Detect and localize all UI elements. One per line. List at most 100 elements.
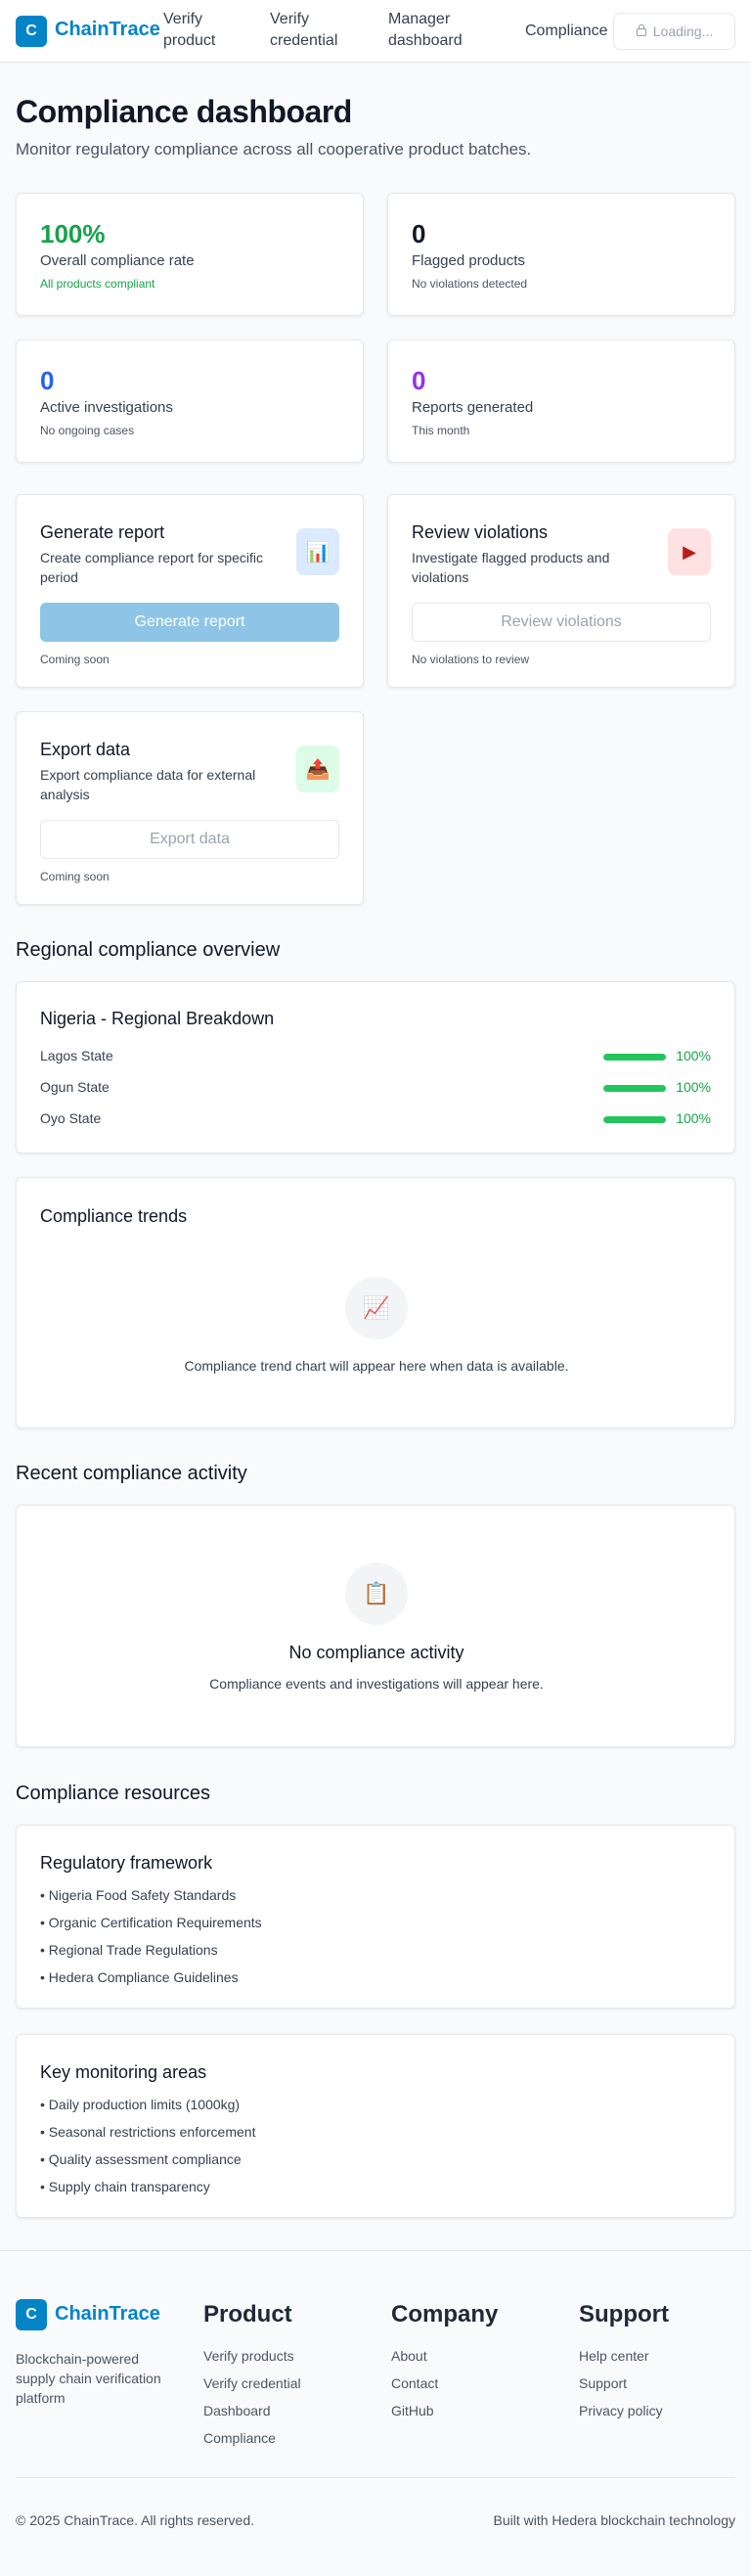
stat-note: No violations detected xyxy=(412,277,528,291)
nav-compliance[interactable]: Compliance xyxy=(525,21,607,42)
stat-label: Overall compliance rate xyxy=(40,252,195,269)
logo-text[interactable]: ChainTrace xyxy=(55,19,160,41)
action-note: Coming soon xyxy=(40,870,110,883)
region-progress-fill xyxy=(603,1054,666,1061)
region-percent: 100% xyxy=(676,1110,711,1126)
region-percent: 100% xyxy=(676,1079,711,1095)
region-row: Lagos State 100% xyxy=(40,1048,711,1067)
nav-label: Compliance xyxy=(525,23,608,39)
compliance-trends-card: Compliance trends 📈 Compliance trend cha… xyxy=(16,1177,735,1428)
review-violations-button[interactable]: Review violations xyxy=(412,603,711,642)
nav-verify-product[interactable]: Verify product xyxy=(163,9,215,52)
region-name: Lagos State xyxy=(40,1048,113,1063)
action-note: No violations to review xyxy=(412,653,530,666)
footer-divider xyxy=(16,2477,735,2478)
trends-title: Compliance trends xyxy=(40,1206,188,1226)
region-name: Oyo State xyxy=(40,1110,102,1126)
footer-link-github[interactable]: GitHub xyxy=(391,2403,434,2418)
stat-value: 0 xyxy=(40,366,55,395)
region-progress-fill xyxy=(603,1085,666,1092)
resource-card-regulatory-framework: Regulatory framework • Nigeria Food Safe… xyxy=(16,1825,735,2009)
loading-label: Loading... xyxy=(652,23,714,39)
footer-link-verify-credential[interactable]: Verify credential xyxy=(203,2375,301,2391)
activity-empty-text: Compliance events and investigations wil… xyxy=(209,1676,544,1692)
region-progress-bar xyxy=(603,1085,666,1092)
nav-label: dashboard xyxy=(388,32,463,49)
footer-logo-mark[interactable]: C xyxy=(16,2299,47,2330)
resource-card-title: Key monitoring areas xyxy=(40,2062,207,2082)
stat-card-flagged-products: 0 Flagged products No violations detecte… xyxy=(387,193,735,316)
section-title-activity: Recent compliance activity xyxy=(16,1463,247,1484)
action-title: Export data xyxy=(40,740,131,759)
recent-activity-card: 📋 No compliance activity Compliance even… xyxy=(16,1505,735,1747)
action-description: Create compliance report for specific pe… xyxy=(40,550,263,585)
section-title-regional: Regional compliance overview xyxy=(16,939,281,961)
site-footer: C ChainTrace Blockchain-powered supply c… xyxy=(0,2250,751,2576)
resource-item: • Nigeria Food Safety Standards xyxy=(40,1887,237,1903)
action-description: Export compliance data for external anal… xyxy=(40,767,256,802)
flag-icon: ▶ xyxy=(668,528,711,575)
footer-link-dashboard[interactable]: Dashboard xyxy=(203,2403,271,2418)
footer-description: Blockchain-powered supply chain verifica… xyxy=(16,2351,161,2406)
footer-link-compliance[interactable]: Compliance xyxy=(203,2430,276,2446)
stat-label: Active investigations xyxy=(40,399,173,416)
resource-card-title: Regulatory framework xyxy=(40,1853,213,1873)
stat-card-reports-generated: 0 Reports generated This month xyxy=(387,339,735,463)
stat-label: Flagged products xyxy=(412,252,525,269)
resource-item: • Daily production limits (1000kg) xyxy=(40,2097,241,2112)
nav-verify-credential[interactable]: Verify credential xyxy=(270,9,337,52)
regional-breakdown-card: Nigeria - Regional Breakdown Lagos State… xyxy=(16,981,735,1153)
nav-label: Manager xyxy=(388,11,451,27)
section-title-resources: Compliance resources xyxy=(16,1783,210,1804)
logo-mark[interactable]: C xyxy=(16,16,47,47)
region-row: Oyo State 100% xyxy=(40,1110,711,1130)
page-title: Compliance dashboard xyxy=(16,94,352,129)
footer-column-title: Company xyxy=(391,2301,499,2327)
top-nav-bar: C ChainTrace Verify product Verify crede… xyxy=(0,0,751,63)
resource-card-key-monitoring-areas: Key monitoring areas • Daily production … xyxy=(16,2034,735,2218)
nav-label: credential xyxy=(270,32,338,49)
footer-link-support[interactable]: Support xyxy=(579,2375,627,2391)
stat-card-active-investigations: 0 Active investigations No ongoing cases xyxy=(16,339,364,463)
footer-link-verify-products[interactable]: Verify products xyxy=(203,2348,294,2364)
bar-chart-icon: 📊 xyxy=(296,528,339,575)
stat-value: 0 xyxy=(412,219,426,249)
regional-card-title: Nigeria - Regional Breakdown xyxy=(40,1009,275,1028)
nav-label: Verify xyxy=(163,11,203,27)
export-icon: 📤 xyxy=(296,746,339,792)
footer-link-about[interactable]: About xyxy=(391,2348,427,2364)
footer-copyright: © 2025 ChainTrace. All rights reserved. xyxy=(16,2512,255,2528)
action-title: Review violations xyxy=(412,522,549,542)
footer-link-privacy-policy[interactable]: Privacy policy xyxy=(579,2403,663,2418)
footer-link-contact[interactable]: Contact xyxy=(391,2375,438,2391)
region-progress-bar xyxy=(603,1054,666,1061)
wallet-connect-button[interactable]: Loading... xyxy=(613,13,735,50)
resource-item: • Organic Certification Requirements xyxy=(40,1915,262,1930)
resource-item: • Supply chain transparency xyxy=(40,2179,210,2194)
page-subtitle: Monitor regulatory compliance across all… xyxy=(16,140,532,158)
resource-item: • Seasonal restrictions enforcement xyxy=(40,2124,256,2140)
action-card-export-data: Export data Export compliance data for e… xyxy=(16,711,364,905)
action-card-review-violations: Review violations Investigate flagged pr… xyxy=(387,494,735,688)
footer-link-help-center[interactable]: Help center xyxy=(579,2348,649,2364)
stat-label: Reports generated xyxy=(412,399,534,416)
flag-glyph: ▶ xyxy=(683,541,696,562)
stat-note: All products compliant xyxy=(40,277,155,291)
resource-item: • Quality assessment compliance xyxy=(40,2151,242,2167)
action-title: Generate report xyxy=(40,522,165,542)
clipboard-icon: 📋 xyxy=(345,1562,408,1625)
nav-label: Verify xyxy=(270,11,310,27)
trend-chart-icon: 📈 xyxy=(345,1277,408,1339)
footer-column-title: Product xyxy=(203,2301,292,2327)
resource-item: • Hedera Compliance Guidelines xyxy=(40,1969,239,1985)
generate-report-button[interactable]: Generate report xyxy=(40,603,339,642)
region-progress-bar xyxy=(603,1116,666,1123)
footer-built-with: Built with Hedera blockchain technology xyxy=(493,2512,735,2528)
export-data-button[interactable]: Export data xyxy=(40,820,339,859)
stat-card-compliance-rate: 100% Overall compliance rate All product… xyxy=(16,193,364,316)
nav-manager-dashboard[interactable]: Manager dashboard xyxy=(388,9,463,52)
action-description: Investigate flagged products and violati… xyxy=(412,550,610,585)
region-progress-fill xyxy=(603,1116,666,1123)
footer-logo-text[interactable]: ChainTrace xyxy=(55,2303,160,2326)
stat-value: 100% xyxy=(40,219,106,249)
